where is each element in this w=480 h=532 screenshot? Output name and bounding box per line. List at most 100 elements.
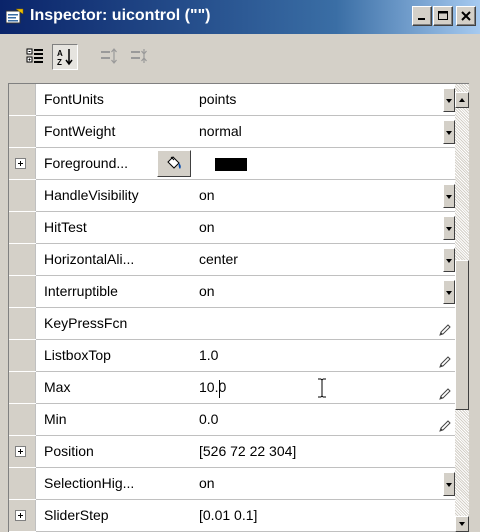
- property-row-fontunits[interactable]: FontUnits points: [9, 84, 455, 116]
- property-name: Max: [36, 372, 165, 404]
- property-value[interactable]: [157, 308, 455, 340]
- dropdown-arrow-icon[interactable]: [443, 88, 455, 112]
- close-button[interactable]: [456, 6, 476, 26]
- property-name: Interruptible: [36, 276, 165, 308]
- expand-plus-icon[interactable]: [15, 510, 26, 521]
- property-name: ListboxTop: [36, 340, 165, 372]
- property-row-min[interactable]: Min 0.0: [9, 404, 455, 436]
- property-value-text: [526 72 22 304]: [199, 443, 297, 459]
- property-row-hittest[interactable]: HitTest on: [9, 212, 455, 244]
- property-row-foreground[interactable]: Foreground...: [9, 148, 455, 180]
- dropdown-arrow-icon[interactable]: [443, 280, 455, 304]
- property-value[interactable]: 0.0: [157, 404, 455, 436]
- property-value[interactable]: points: [157, 84, 455, 116]
- property-value-text: on: [199, 187, 215, 203]
- property-value[interactable]: on: [157, 276, 455, 308]
- scroll-down-button[interactable]: [455, 516, 469, 532]
- property-row-interruptible[interactable]: Interruptible on: [9, 276, 455, 308]
- paint-bucket-icon: [158, 155, 190, 171]
- color-picker-button[interactable]: [157, 150, 191, 177]
- categorized-view-button[interactable]: [22, 44, 48, 70]
- property-value[interactable]: center: [157, 244, 455, 276]
- property-value[interactable]: 10.0: [157, 372, 455, 404]
- dropdown-arrow-icon[interactable]: [443, 248, 455, 272]
- row-gutter: [9, 340, 36, 371]
- scroll-up-button[interactable]: [455, 92, 469, 108]
- dropdown-arrow-icon[interactable]: [443, 120, 455, 144]
- categorized-view-icon: [26, 48, 43, 63]
- property-row-max[interactable]: Max 10.0: [9, 372, 455, 404]
- property-name: FontWeight: [36, 116, 165, 148]
- dropdown-arrow-icon[interactable]: [443, 216, 455, 240]
- row-gutter: [9, 468, 36, 499]
- property-name: FontUnits: [36, 84, 165, 116]
- collapse-all-button[interactable]: [126, 44, 152, 70]
- expand-plus-icon[interactable]: [15, 158, 26, 169]
- property-row-handlevisibility[interactable]: HandleVisibility on: [9, 180, 455, 212]
- collapse-all-icon: [131, 49, 147, 63]
- row-gutter: [9, 308, 36, 339]
- property-row-position[interactable]: Position [526 72 22 304]: [9, 436, 455, 468]
- property-value-text: points: [199, 91, 237, 107]
- property-row-horizontalali[interactable]: HorizontalAli... center: [9, 244, 455, 276]
- color-swatch[interactable]: [215, 158, 247, 171]
- property-value[interactable]: [0.01 0.1]: [157, 500, 455, 532]
- property-value-text: center: [199, 251, 238, 267]
- row-gutter: [9, 148, 36, 179]
- row-gutter: [9, 116, 36, 147]
- expand-all-button[interactable]: [96, 44, 122, 70]
- text-caret: [219, 380, 220, 398]
- property-value[interactable]: [526 72 22 304]: [157, 436, 455, 468]
- row-gutter: [9, 244, 36, 275]
- inspector-window: Inspector: uicontrol ("") A Z FontUnits …: [0, 0, 480, 532]
- minimize-icon: [418, 18, 425, 20]
- alphabetical-sort-icon: A Z: [57, 49, 73, 66]
- property-row-keypressfcn[interactable]: KeyPressFcn: [9, 308, 455, 340]
- property-name: KeyPressFcn: [36, 308, 165, 340]
- dropdown-arrow-icon[interactable]: [443, 184, 455, 208]
- property-value-text: on: [199, 475, 215, 491]
- property-value-text[interactable]: 10.0: [199, 372, 226, 403]
- property-row-selectionhig[interactable]: SelectionHig... on: [9, 468, 455, 500]
- property-row-fontweight[interactable]: FontWeight normal: [9, 116, 455, 148]
- property-value-text[interactable]: 1.0: [199, 340, 218, 371]
- maximize-button[interactable]: [433, 6, 453, 26]
- expand-plus-icon[interactable]: [15, 446, 26, 457]
- title-bar[interactable]: Inspector: uicontrol (""): [0, 0, 480, 34]
- property-row-sliderstep[interactable]: SliderStep [0.01 0.1]: [9, 500, 455, 532]
- property-value[interactable]: 1.0: [157, 340, 455, 372]
- row-gutter: [9, 372, 36, 403]
- row-gutter: [9, 276, 36, 307]
- vertical-scrollbar[interactable]: [455, 84, 469, 532]
- property-value[interactable]: on: [157, 212, 455, 244]
- property-name: SliderStep: [36, 500, 165, 532]
- row-gutter: [9, 436, 36, 467]
- row-gutter: [9, 404, 36, 435]
- property-value-text: on: [199, 219, 215, 235]
- property-value[interactable]: [157, 148, 455, 180]
- row-gutter: [9, 212, 36, 243]
- close-icon: [461, 11, 471, 21]
- property-name: Foreground...: [36, 148, 165, 180]
- row-gutter: [9, 500, 36, 531]
- row-gutter: [9, 84, 36, 115]
- property-name: HandleVisibility: [36, 180, 165, 212]
- row-gutter: [9, 180, 36, 211]
- property-name: HorizontalAli...: [36, 244, 165, 276]
- property-value-text: normal: [199, 123, 242, 139]
- property-value[interactable]: on: [157, 468, 455, 500]
- property-value-text: on: [199, 283, 215, 299]
- property-grid: FontUnits points FontWeight normal Foregroun…: [8, 83, 469, 532]
- property-value[interactable]: on: [157, 180, 455, 212]
- minimize-button[interactable]: [412, 6, 432, 26]
- property-value-text[interactable]: 0.0: [199, 404, 218, 435]
- svg-text:Z: Z: [57, 58, 62, 66]
- alphabetical-sort-button[interactable]: A Z: [52, 44, 78, 70]
- property-value[interactable]: normal: [157, 116, 455, 148]
- dropdown-arrow-icon[interactable]: [443, 472, 455, 496]
- property-row-listboxtop[interactable]: ListboxTop 1.0: [9, 340, 455, 372]
- property-value-text: [0.01 0.1]: [199, 507, 258, 523]
- window-title: Inspector: uicontrol (""): [30, 7, 211, 24]
- scrollbar-thumb[interactable]: [455, 260, 469, 410]
- property-name: SelectionHig...: [36, 468, 165, 500]
